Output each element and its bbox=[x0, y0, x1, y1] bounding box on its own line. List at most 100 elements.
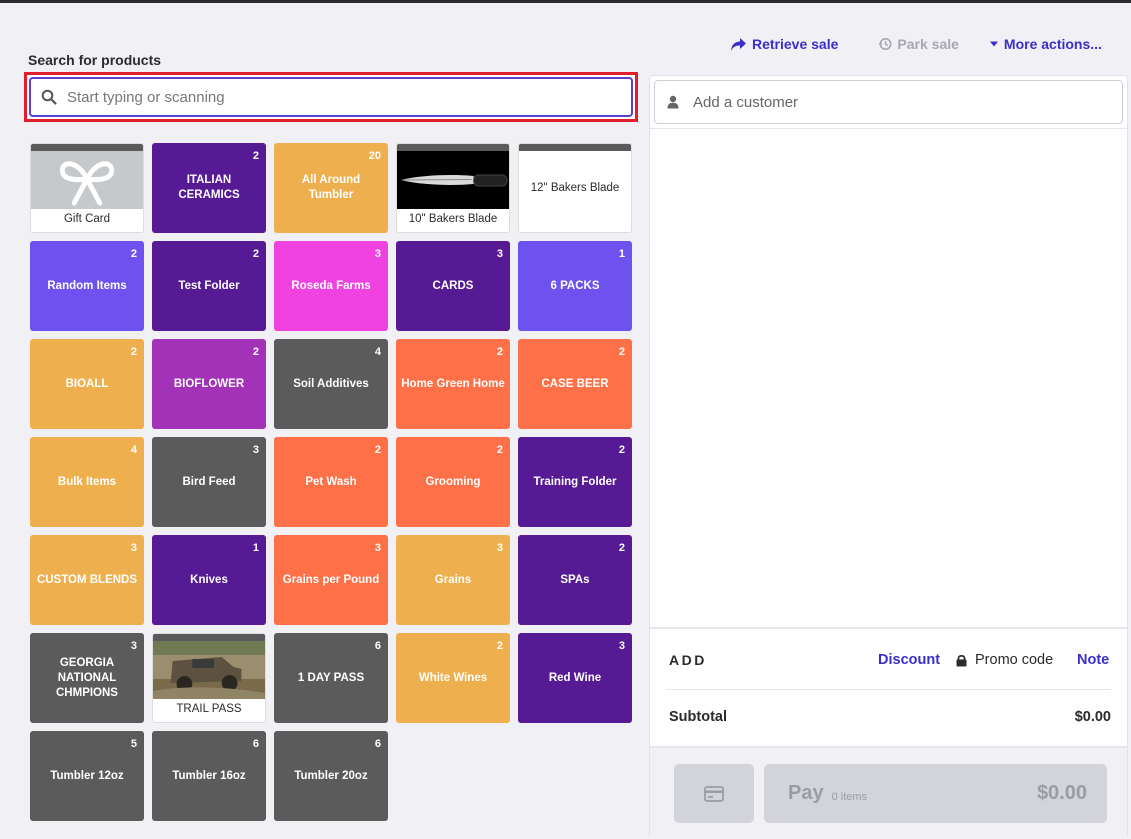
retrieve-sale-button[interactable]: Retrieve sale bbox=[730, 36, 838, 52]
product-tile[interactable]: White Wines 2 bbox=[396, 633, 510, 723]
tile-item-count: 5 bbox=[130, 738, 137, 750]
pay-button[interactable]: Pay 0 items $0.00 bbox=[764, 764, 1107, 823]
tile-item-count: 2 bbox=[374, 444, 381, 456]
tile-item-count: 1 bbox=[618, 248, 625, 260]
product-tile[interactable]: Bird Feed 3 bbox=[152, 437, 266, 527]
lock-icon bbox=[956, 654, 967, 667]
product-tile[interactable]: SPAs 2 bbox=[518, 535, 632, 625]
product-tile[interactable]: Grains 3 bbox=[396, 535, 510, 625]
tile-item-count: 2 bbox=[252, 346, 259, 358]
pay-label: Pay bbox=[788, 782, 824, 804]
tile-label: SPAs bbox=[560, 573, 590, 586]
subtotal-value: $0.00 bbox=[1074, 709, 1111, 725]
product-tile[interactable]: Random Items 2 bbox=[30, 241, 144, 331]
product-tile[interactable]: All Around Tumbler 20 bbox=[274, 143, 388, 233]
tile-item-count: 3 bbox=[496, 542, 503, 554]
tile-label: Grooming bbox=[425, 475, 481, 488]
top-border bbox=[0, 0, 1131, 3]
product-tile[interactable]: CASE BEER 2 bbox=[518, 339, 632, 429]
tile-label: Pet Wash bbox=[305, 475, 357, 488]
tile-item-count: 2 bbox=[130, 248, 137, 260]
tile-top-strip bbox=[519, 144, 631, 151]
product-tile[interactable]: Grains per Pound 3 bbox=[274, 535, 388, 625]
tile-label: Home Green Home bbox=[401, 377, 505, 390]
tile-item-count: 3 bbox=[374, 542, 381, 554]
knife-image bbox=[397, 151, 509, 209]
tile-label: Random Items bbox=[47, 279, 127, 292]
discount-link[interactable]: Discount bbox=[878, 652, 940, 668]
tile-label: 10" Bakers Blade bbox=[408, 213, 498, 225]
product-tile[interactable]: 1 DAY PASS 6 bbox=[274, 633, 388, 723]
tile-label: ITALIAN CERAMICS bbox=[178, 174, 240, 201]
caret-down-icon bbox=[989, 40, 999, 48]
product-tile[interactable]: Grooming 2 bbox=[396, 437, 510, 527]
divider bbox=[650, 128, 1127, 129]
product-tile[interactable]: Training Folder 2 bbox=[518, 437, 632, 527]
tile-top-strip bbox=[31, 144, 143, 151]
product-tile[interactable]: CARDS 3 bbox=[396, 241, 510, 331]
product-tile[interactable]: BIOFLOWER 2 bbox=[152, 339, 266, 429]
search-icon bbox=[41, 89, 57, 105]
product-tile[interactable]: Gift Card bbox=[30, 143, 144, 233]
park-sale-button[interactable]: Park sale bbox=[878, 36, 959, 52]
tile-item-count: 4 bbox=[130, 444, 137, 456]
product-grid: Gift Card ITALIAN CERAMICS 2 All Around Tum… bbox=[30, 143, 632, 821]
tile-label: CASE BEER bbox=[541, 377, 609, 390]
product-tile[interactable]: Test Folder 2 bbox=[152, 241, 266, 331]
tile-label: Grains bbox=[434, 573, 472, 586]
tile-label: Training Folder bbox=[533, 475, 617, 488]
product-tile[interactable]: Red Wine 3 bbox=[518, 633, 632, 723]
tile-item-count: 6 bbox=[252, 738, 259, 750]
product-tile[interactable]: Soil Additives 4 bbox=[274, 339, 388, 429]
tile-label: Test Folder bbox=[178, 279, 240, 292]
history-icon bbox=[878, 37, 892, 51]
park-sale-label: Park sale bbox=[897, 36, 959, 52]
search-input[interactable] bbox=[65, 82, 605, 112]
divider bbox=[666, 689, 1111, 690]
more-actions-button[interactable]: More actions... bbox=[989, 36, 1102, 52]
tile-label: Gift Card bbox=[63, 213, 110, 225]
tile-label: White Wines bbox=[418, 671, 488, 684]
tile-item-count: 4 bbox=[374, 346, 381, 358]
product-tile[interactable]: 6 PACKS 1 bbox=[518, 241, 632, 331]
promo-code-button[interactable]: Promo code bbox=[956, 652, 1053, 668]
retrieve-sale-label: Retrieve sale bbox=[752, 36, 839, 52]
product-tile[interactable]: BIOALL 2 bbox=[30, 339, 144, 429]
tile-item-count: 2 bbox=[618, 542, 625, 554]
product-tile[interactable]: Tumbler 12oz 5 bbox=[30, 731, 144, 821]
credit-card-icon bbox=[704, 785, 724, 802]
product-tile[interactable]: CUSTOM BLENDS 3 bbox=[30, 535, 144, 625]
tile-label: Soil Additives bbox=[293, 377, 369, 390]
product-tile[interactable]: 12" Bakers Blade bbox=[518, 143, 632, 233]
product-tile[interactable]: Bulk Items 4 bbox=[30, 437, 144, 527]
customer-search[interactable] bbox=[654, 80, 1123, 124]
tile-top-strip bbox=[153, 634, 265, 641]
tile-label: GEORGIA NATIONAL CHMPIONS bbox=[56, 656, 118, 699]
product-tile[interactable]: Pet Wash 2 bbox=[274, 437, 388, 527]
tile-label: Bird Feed bbox=[182, 475, 236, 488]
product-tile[interactable]: Tumbler 16oz 6 bbox=[152, 731, 266, 821]
tile-label: 6 PACKS bbox=[550, 279, 600, 292]
card-payment-button[interactable] bbox=[674, 764, 754, 823]
pay-total: $0.00 bbox=[1036, 782, 1087, 804]
note-link[interactable]: Note bbox=[1077, 652, 1109, 668]
product-tile[interactable]: 10" Bakers Blade bbox=[396, 143, 510, 233]
search-label: Search for products bbox=[28, 52, 162, 68]
subtotal-label: Subtotal bbox=[669, 709, 727, 725]
product-tile[interactable]: Home Green Home 2 bbox=[396, 339, 510, 429]
tile-label: Roseda Farms bbox=[291, 279, 371, 292]
product-tile[interactable]: Tumbler 20oz 6 bbox=[274, 731, 388, 821]
product-tile[interactable]: ITALIAN CERAMICS 2 bbox=[152, 143, 266, 233]
product-tile[interactable]: GEORGIA NATIONAL CHMPIONS 3 bbox=[30, 633, 144, 723]
tile-item-count: 1 bbox=[252, 542, 259, 554]
tile-label: BIOALL bbox=[65, 377, 109, 390]
tile-label: Bulk Items bbox=[57, 475, 117, 488]
product-tile[interactable]: Knives 1 bbox=[152, 535, 266, 625]
product-tile[interactable]: Roseda Farms 3 bbox=[274, 241, 388, 331]
search-box[interactable] bbox=[29, 77, 633, 117]
add-label: ADD bbox=[669, 652, 707, 668]
product-tile[interactable]: TRAIL PASS bbox=[152, 633, 266, 723]
tile-item-count: 2 bbox=[130, 346, 137, 358]
tile-label: All Around Tumbler bbox=[301, 174, 361, 201]
customer-input[interactable] bbox=[691, 92, 1091, 112]
